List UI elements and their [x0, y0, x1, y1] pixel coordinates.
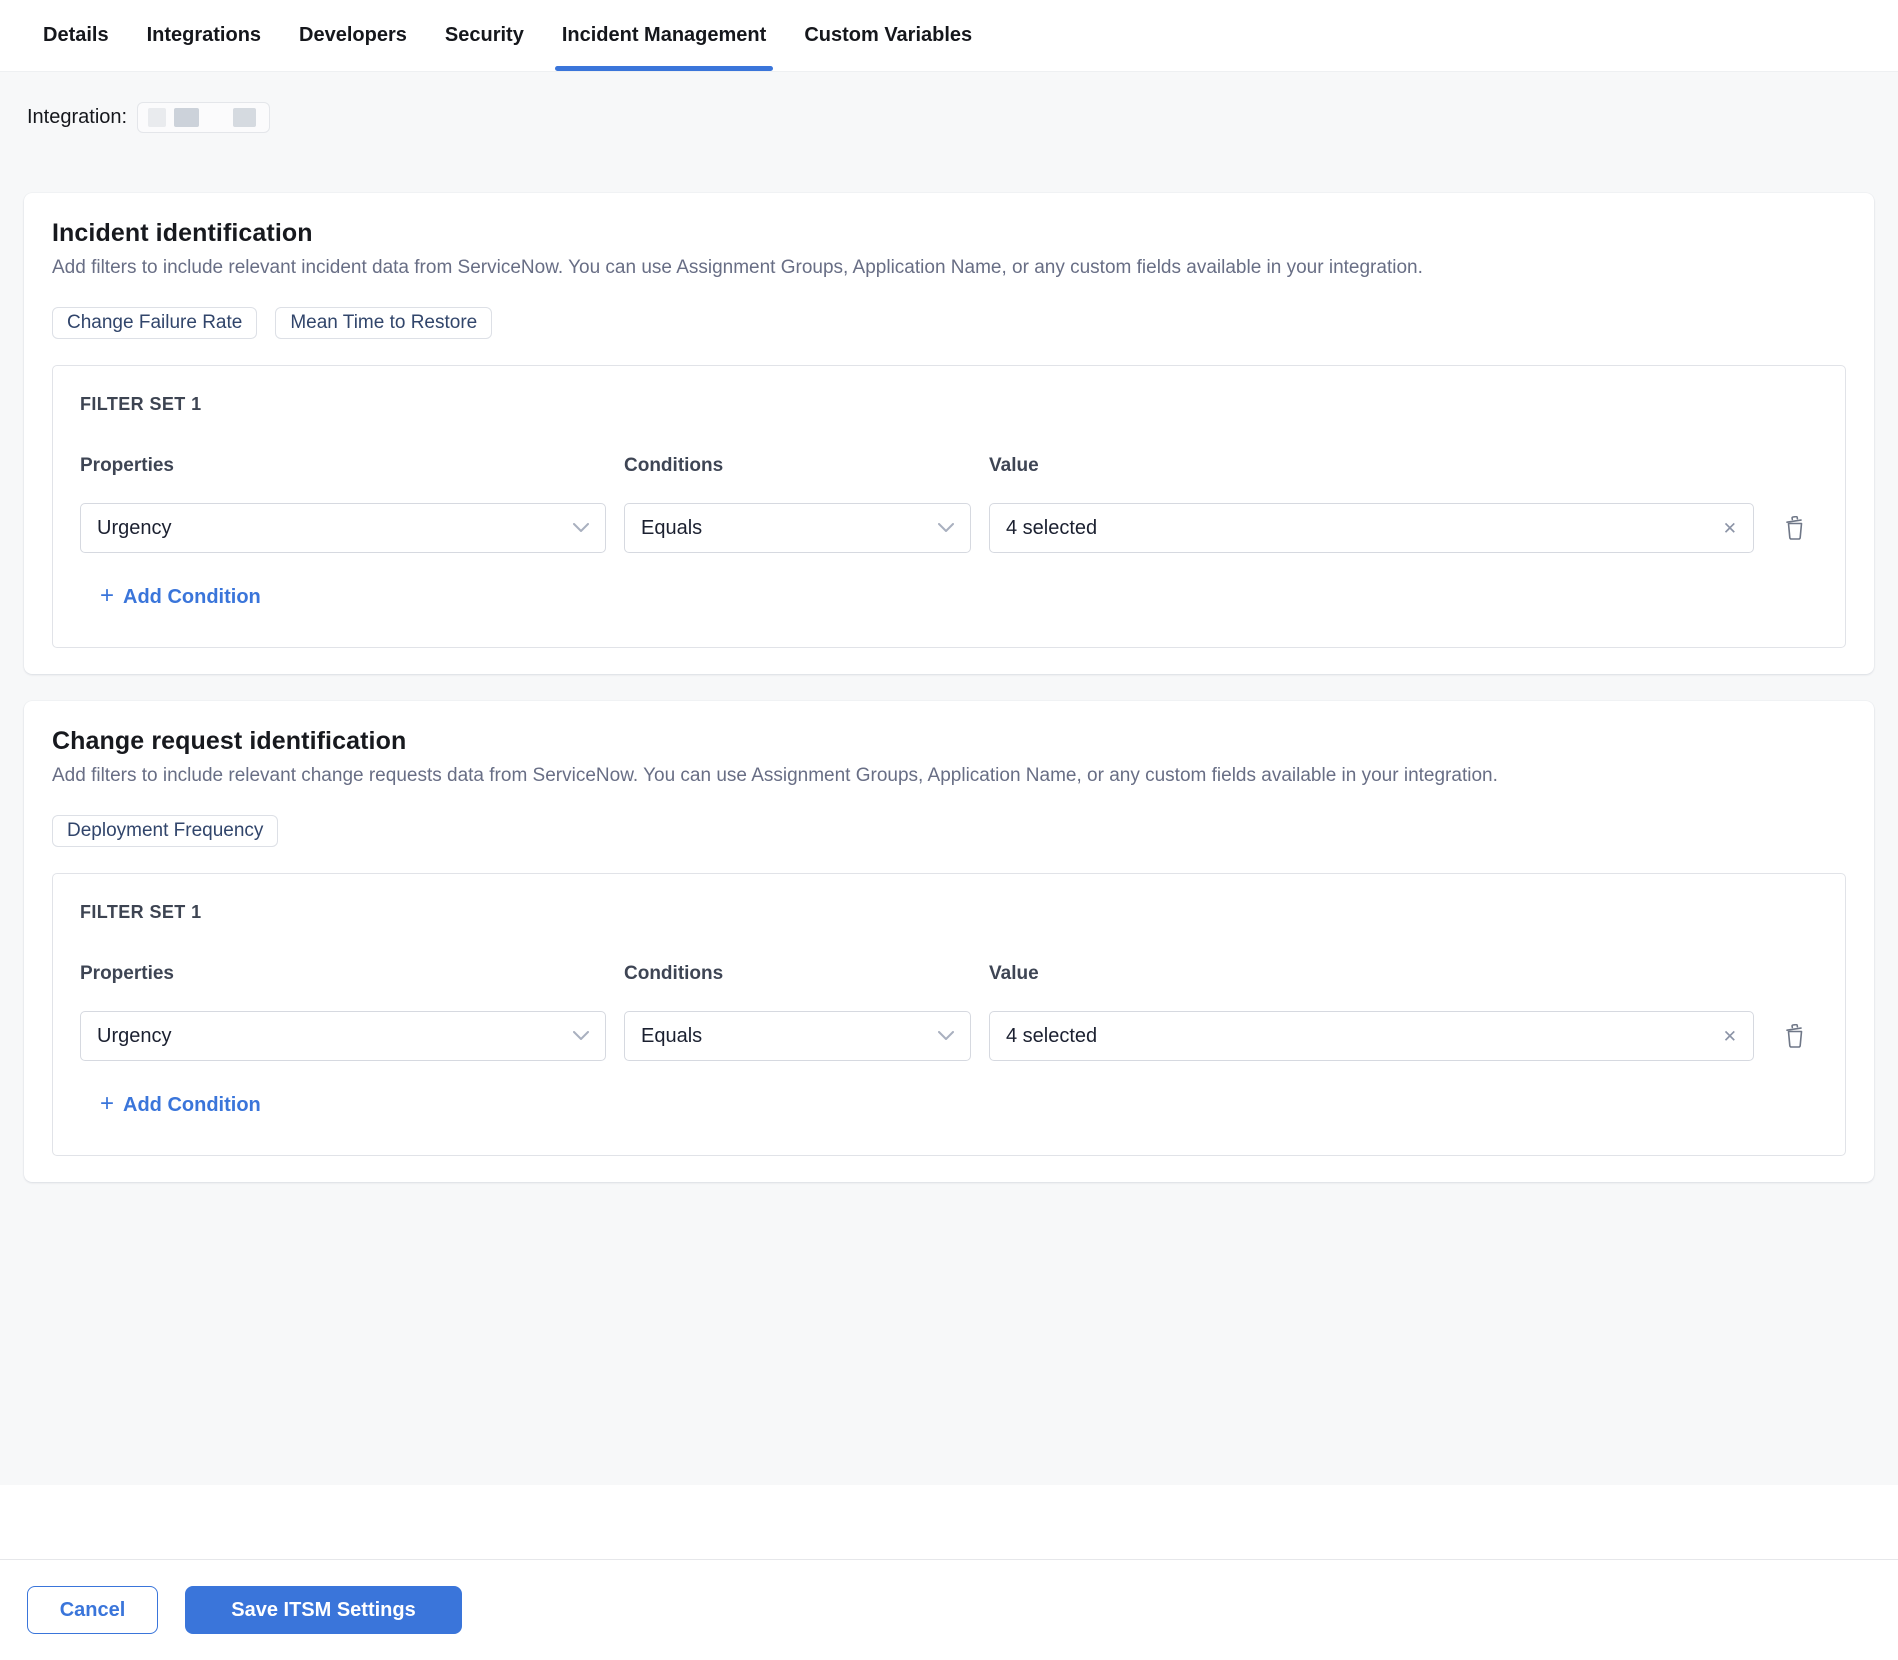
- tab-custom-variables[interactable]: Custom Variables: [804, 0, 972, 71]
- pill-deployment-frequency[interactable]: Deployment Frequency: [52, 815, 279, 847]
- delete-filter-row-button[interactable]: [1772, 516, 1818, 540]
- tab-bar: Details Integrations Developers Security…: [0, 0, 1898, 72]
- trash-icon: [1786, 516, 1803, 540]
- tab-developers[interactable]: Developers: [299, 0, 407, 71]
- redacted-text: [174, 108, 200, 127]
- tab-details[interactable]: Details: [43, 0, 109, 71]
- footer-actions: Cancel Save ITSM Settings: [0, 1560, 1898, 1660]
- value-multiselect-text: 4 selected: [1006, 1024, 1098, 1047]
- filter-grid: Properties Conditions Value Urgency Equa…: [80, 963, 1818, 1061]
- chevron-down-icon: [938, 523, 954, 533]
- chevron-down-icon: [938, 1031, 954, 1041]
- change-request-identification-card: Change request identification Add filter…: [24, 701, 1874, 1182]
- metric-pills: Change Failure Rate Mean Time to Restore: [52, 307, 1846, 339]
- value-multiselect[interactable]: 4 selected ✕: [989, 1011, 1754, 1061]
- conditions-dropdown-value: Equals: [641, 516, 703, 539]
- properties-column-label: Properties: [80, 455, 174, 476]
- value-column-label: Value: [989, 455, 1039, 476]
- cancel-button[interactable]: Cancel: [27, 1586, 158, 1634]
- conditions-column-label: Conditions: [624, 455, 724, 476]
- add-condition-button[interactable]: + Add Condition: [100, 582, 261, 609]
- delete-filter-row-button[interactable]: [1772, 1024, 1818, 1048]
- properties-dropdown[interactable]: Urgency: [80, 1011, 606, 1061]
- filter-set: FILTER SET 1 Properties Conditions Value…: [52, 365, 1846, 648]
- conditions-dropdown[interactable]: Equals: [624, 1011, 971, 1061]
- content-area: Integration: Incident identification Add…: [0, 72, 1898, 1485]
- integration-label: Integration:: [27, 106, 128, 128]
- filter-set-title: FILTER SET 1: [80, 394, 202, 414]
- plus-icon: +: [100, 1090, 115, 1117]
- add-condition-label: Add Condition: [123, 1093, 261, 1116]
- chevron-down-icon: [573, 1031, 589, 1041]
- conditions-dropdown-value: Equals: [641, 1024, 703, 1047]
- integration-row: Integration:: [27, 72, 1874, 133]
- properties-dropdown[interactable]: Urgency: [80, 503, 606, 553]
- integration-value-badge: [137, 102, 271, 133]
- conditions-dropdown[interactable]: Equals: [624, 503, 971, 553]
- filter-grid: Properties Conditions Value Urgency Equa…: [80, 455, 1818, 553]
- trash-icon: [1786, 1024, 1803, 1048]
- pill-change-failure-rate[interactable]: Change Failure Rate: [52, 307, 258, 339]
- plus-icon: +: [100, 582, 115, 609]
- tab-security[interactable]: Security: [445, 0, 524, 71]
- properties-dropdown-value: Urgency: [97, 1024, 172, 1047]
- clear-selection-icon[interactable]: ✕: [1723, 520, 1737, 537]
- add-condition-label: Add Condition: [123, 585, 261, 608]
- tab-incident-management[interactable]: Incident Management: [554, 0, 774, 71]
- card-title: Change request identification: [52, 727, 407, 755]
- filter-set: FILTER SET 1 Properties Conditions Value…: [52, 873, 1846, 1156]
- properties-column-label: Properties: [80, 963, 174, 984]
- save-itsm-settings-button[interactable]: Save ITSM Settings: [185, 1586, 462, 1634]
- tab-integrations[interactable]: Integrations: [147, 0, 261, 71]
- footer-spacer: [0, 1485, 1898, 1559]
- value-column-label: Value: [989, 963, 1039, 984]
- redacted-text: [233, 108, 257, 127]
- card-title: Incident identification: [52, 219, 313, 247]
- value-multiselect[interactable]: 4 selected ✕: [989, 503, 1754, 553]
- metric-pills: Deployment Frequency: [52, 815, 1846, 847]
- chevron-down-icon: [573, 523, 589, 533]
- card-description: Add filters to include relevant change r…: [52, 765, 1498, 786]
- properties-dropdown-value: Urgency: [97, 516, 172, 539]
- value-multiselect-text: 4 selected: [1006, 516, 1098, 539]
- conditions-column-label: Conditions: [624, 963, 724, 984]
- clear-selection-icon[interactable]: ✕: [1723, 1028, 1737, 1045]
- add-condition-button[interactable]: + Add Condition: [100, 1090, 261, 1117]
- pill-mean-time-to-restore[interactable]: Mean Time to Restore: [275, 307, 493, 339]
- filter-set-title: FILTER SET 1: [80, 902, 202, 922]
- redacted-text: [148, 108, 167, 127]
- card-description: Add filters to include relevant incident…: [52, 257, 1423, 278]
- incident-identification-card: Incident identification Add filters to i…: [24, 193, 1874, 674]
